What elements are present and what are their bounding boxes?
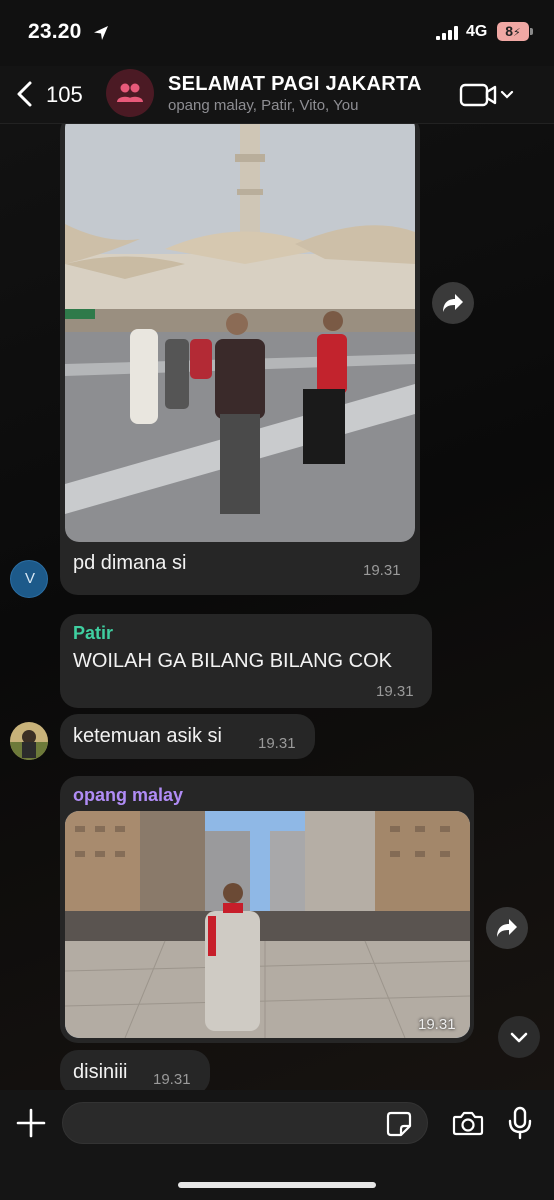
forward-button[interactable]	[486, 907, 528, 949]
group-people-icon	[117, 83, 143, 102]
message-text: disiniii	[73, 1061, 128, 1083]
message-input[interactable]	[62, 1102, 428, 1144]
plus-icon[interactable]	[16, 1108, 46, 1138]
avatar-initial: V	[24, 570, 35, 587]
photo-mosque-courtyard[interactable]	[65, 124, 415, 542]
scroll-to-bottom-button[interactable]	[498, 1016, 540, 1058]
camera-icon[interactable]	[452, 1110, 484, 1136]
text-message-bubble[interactable]: Patir WOILAH GA BILANG BILANG COK 19.31	[60, 614, 432, 708]
message-text: WOILAH GA BILANG BILANG COK	[73, 650, 392, 672]
text-message-bubble[interactable]: disiniii 19.31	[60, 1050, 210, 1090]
microphone-icon[interactable]	[508, 1106, 532, 1140]
text-message-bubble[interactable]: ketemuan asik si 19.31	[60, 714, 315, 759]
photo-message-bubble[interactable]: pd dimana si 19.31	[60, 124, 420, 595]
home-indicator	[178, 1182, 376, 1188]
cell-signal-icon	[436, 26, 458, 40]
sender-avatar-photo[interactable]	[10, 722, 48, 760]
message-composer	[0, 1090, 554, 1200]
message-time: 19.31	[376, 683, 414, 700]
network-type: 4G	[466, 23, 488, 40]
group-avatar[interactable]	[106, 69, 154, 117]
chevron-down-icon	[510, 1032, 528, 1043]
battery-tip	[530, 28, 533, 35]
back-unread-count[interactable]: 105	[46, 82, 83, 108]
photo-city-plaza[interactable]	[65, 811, 470, 1038]
location-arrow-icon	[94, 26, 108, 40]
message-text: ketemuan asik si	[73, 725, 222, 747]
message-time: 19.31	[153, 1071, 191, 1088]
battery-indicator: 8⚡	[497, 22, 529, 41]
sender-avatar-vito[interactable]: V	[10, 560, 48, 598]
sticker-icon[interactable]	[386, 1111, 412, 1137]
city-plaza-image	[65, 811, 470, 1038]
forward-arrow-icon	[443, 294, 463, 312]
sender-name[interactable]: opang malay	[73, 785, 183, 806]
message-text: pd dimana si	[73, 552, 187, 574]
chat-header: 105 SELAMAT PAGI JAKARTA opang malay, Pa…	[0, 66, 554, 124]
status-bar: 23.20 4G 8⚡	[0, 0, 554, 66]
sender-name[interactable]: Patir	[73, 623, 113, 644]
chat-area[interactable]: pd dimana si 19.31 V Patir WOILAH GA BIL…	[0, 124, 554, 1090]
message-time: 19.31	[258, 735, 296, 752]
group-members[interactable]: opang malay, Patir, Vito, You	[168, 97, 358, 114]
photo-time: 19.31	[418, 1016, 456, 1033]
forward-button[interactable]	[432, 282, 474, 324]
mosque-courtyard-image	[65, 124, 415, 542]
photo-message-bubble[interactable]: opang malay 19.31	[60, 776, 474, 1043]
back-chevron-icon[interactable]	[14, 80, 36, 108]
forward-arrow-icon	[497, 919, 517, 937]
status-time: 23.20	[28, 20, 82, 43]
video-call-icon[interactable]	[458, 82, 516, 108]
battery-level: 8	[505, 23, 514, 39]
message-time: 19.31	[363, 562, 401, 579]
avatar-photo	[10, 722, 48, 760]
group-name[interactable]: SELAMAT PAGI JAKARTA	[168, 73, 422, 96]
charging-bolt-icon: ⚡	[513, 27, 521, 39]
